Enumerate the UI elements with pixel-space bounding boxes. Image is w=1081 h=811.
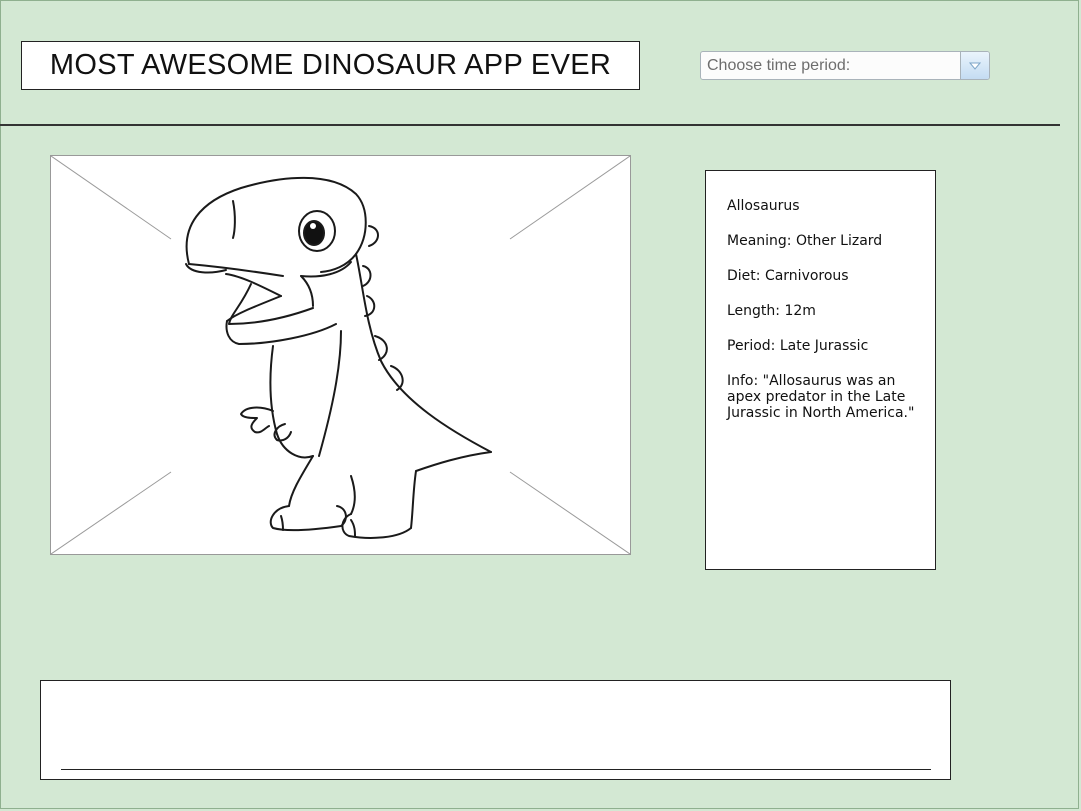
dinosaur-image [50, 155, 631, 555]
dinosaur-period: Period: Late Jurassic [727, 338, 869, 354]
dinosaur-meaning: Meaning: Other Lizard [727, 233, 883, 249]
dinosaur-illustration [51, 156, 630, 554]
dinosaur-diet: Diet: Carnivorous [727, 268, 849, 284]
header-divider [0, 124, 1060, 126]
app-title: MOST AWESOME DINOSAUR APP EVER [49, 49, 612, 81]
dinosaur-info-card: Allosaurus Meaning: Other Lizard Diet: C… [705, 170, 936, 570]
time-period-dropdown-value: Choose time period: [707, 56, 851, 74]
app-title-box: MOST AWESOME DINOSAUR APP EVER [21, 41, 640, 90]
bottom-panel [40, 680, 951, 780]
chevron-down-icon[interactable] [960, 52, 989, 79]
bottom-panel-rule [61, 769, 931, 770]
dinosaur-info: Info: "Allosaurus was an apex predator i… [727, 373, 915, 421]
time-period-dropdown[interactable]: Choose time period: [700, 51, 990, 80]
dinosaur-name: Allosaurus [727, 198, 800, 214]
dinosaur-length: Length: 12m [727, 303, 816, 319]
